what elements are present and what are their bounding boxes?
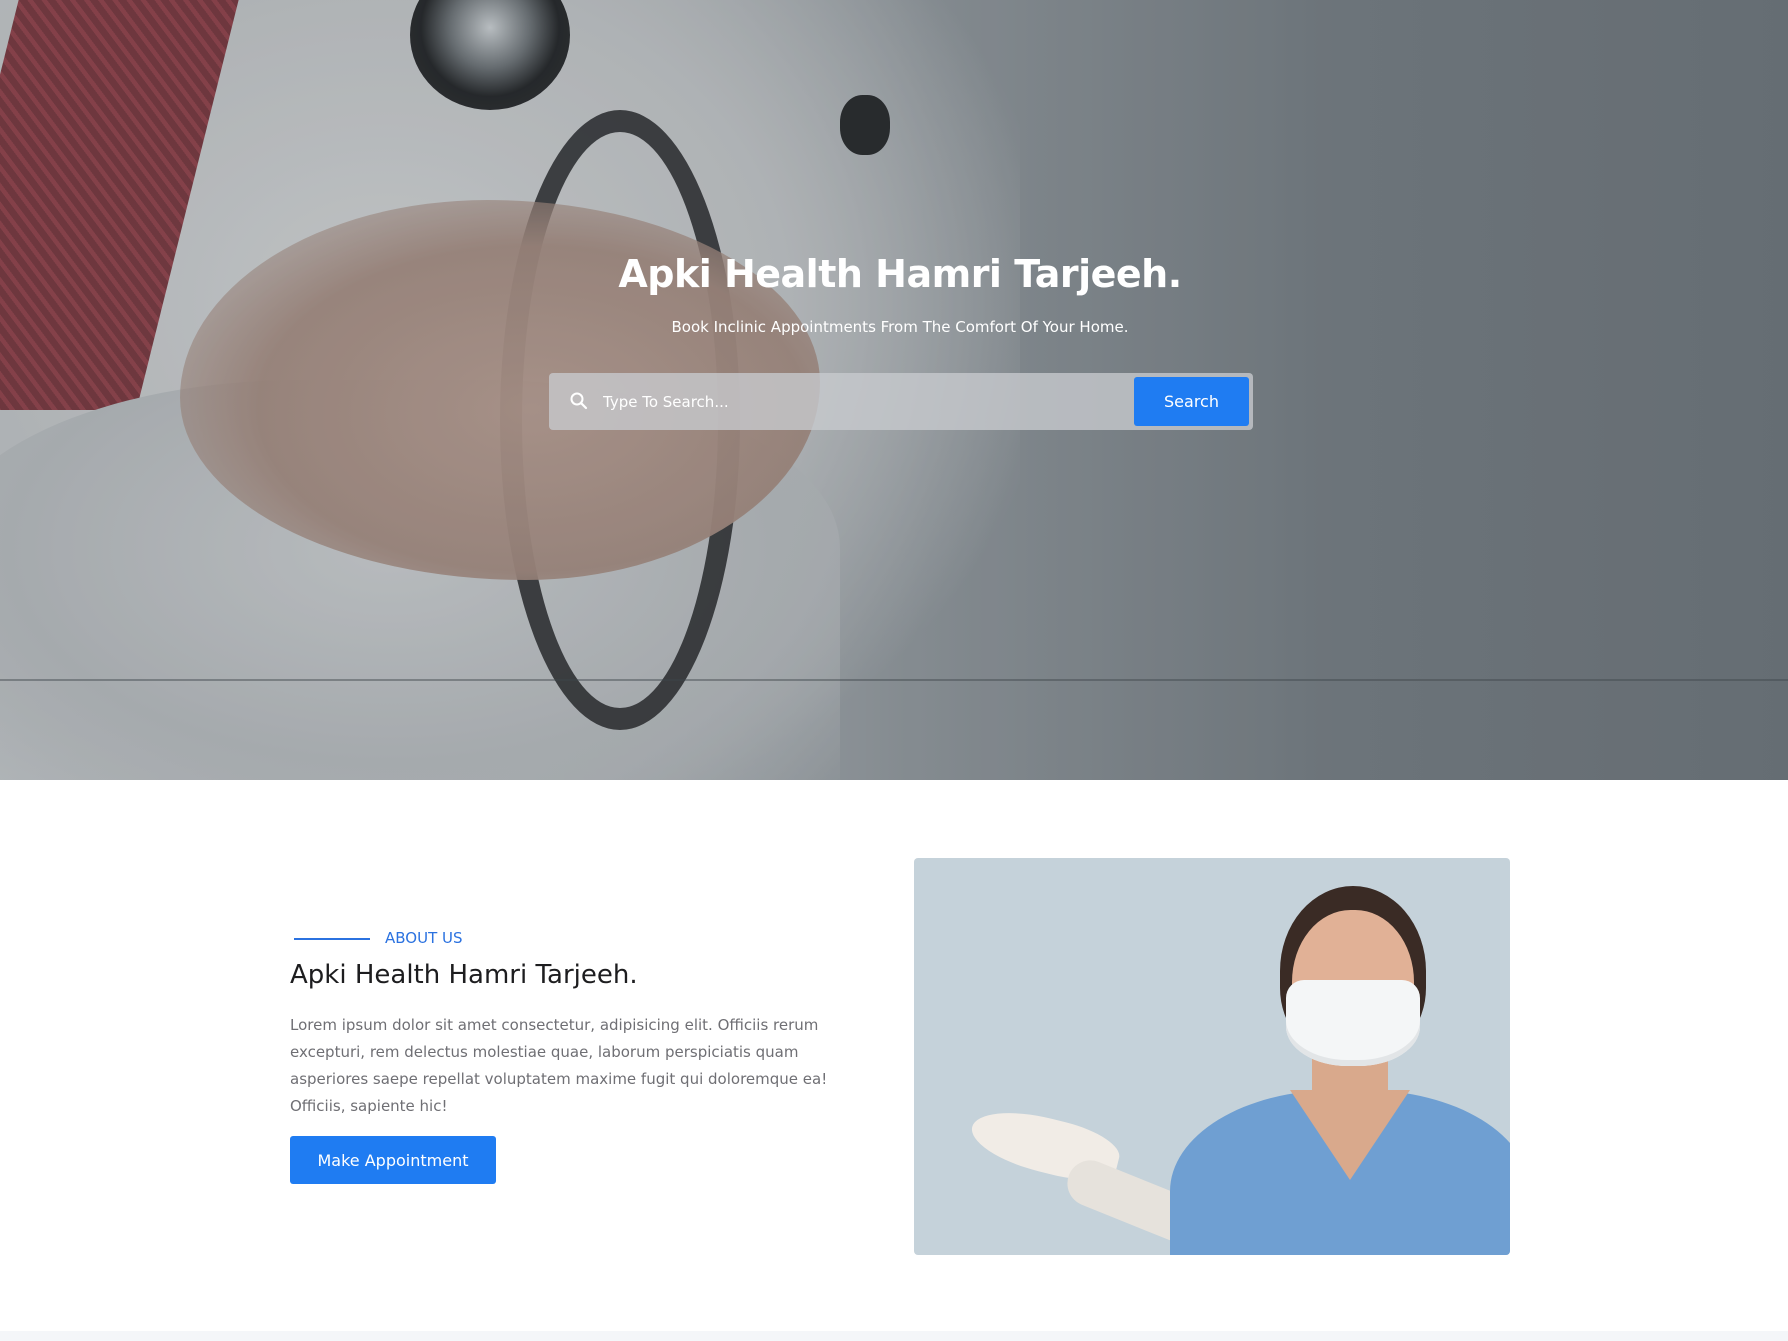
nurse-image (914, 858, 1510, 1255)
hero-section: Apki Health Hamri Tarjeeh. Book Inclinic… (0, 0, 1788, 780)
about-body-text: Lorem ipsum dolor sit amet consectetur, … (290, 1016, 828, 1115)
search-bar: Search (549, 373, 1253, 430)
search-icon (569, 391, 589, 411)
about-label-rule (294, 938, 370, 940)
search-input[interactable] (601, 381, 1105, 423)
about-title: Apki Health Hamri Tarjeeh. (290, 960, 638, 990)
section-divider-band (0, 1331, 1788, 1341)
hero-subtitle: Book Inclinic Appointments From The Comf… (671, 318, 1129, 336)
make-appointment-button[interactable]: Make Appointment (290, 1136, 496, 1184)
nurse-image-vneck (1290, 1090, 1410, 1180)
hero-title: Apki Health Hamri Tarjeeh. (618, 252, 1182, 296)
about-label: ABOUT US (385, 929, 463, 947)
nurse-image-mask (1286, 980, 1420, 1066)
search-button[interactable]: Search (1134, 377, 1249, 426)
